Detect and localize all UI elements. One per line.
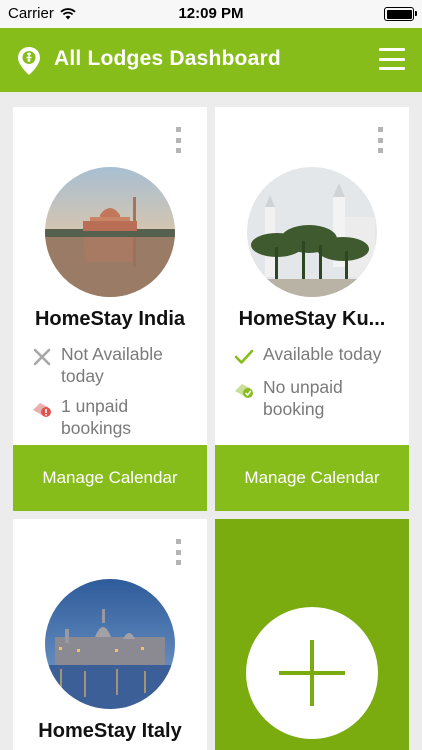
add-lodge-button[interactable]	[246, 607, 378, 739]
check-icon	[234, 349, 254, 364]
paid-check-icon	[235, 384, 253, 398]
clock: 12:09 PM	[178, 5, 244, 22]
availability-text: Available today	[263, 344, 382, 364]
app-bar: All Lodges Dashboard	[0, 28, 422, 92]
more-options-icon[interactable]	[175, 539, 181, 565]
availability-status: Available today	[233, 343, 401, 368]
add-lodge-card[interactable]	[215, 519, 409, 750]
lodge-photo	[247, 167, 377, 297]
availability-status: Not Available today	[31, 343, 199, 387]
lodge-name: HomeStay Ku...	[238, 308, 386, 330]
payment-text: No unpaid booking	[263, 377, 343, 419]
lodge-card[interactable]: HomeStay Italy	[13, 519, 207, 750]
location-pin-logo-icon	[18, 47, 40, 75]
manage-calendar-button[interactable]: Manage Calendar	[215, 445, 409, 511]
more-options-icon[interactable]	[377, 127, 383, 153]
cross-icon	[33, 348, 51, 366]
page-title: All Lodges Dashboard	[54, 47, 281, 70]
payment-status: No unpaid booking	[233, 376, 401, 420]
payment-status: 1 unpaid bookings	[31, 395, 199, 439]
payment-text: 1 unpaid bookings	[61, 396, 132, 438]
more-options-icon[interactable]	[175, 127, 181, 153]
hamburger-menu-icon[interactable]	[379, 48, 405, 70]
lodge-name: HomeStay India	[34, 308, 186, 330]
lodge-card[interactable]: HomeStay India Not Available today 1 unp…	[13, 107, 207, 511]
manage-calendar-button[interactable]: Manage Calendar	[13, 445, 207, 511]
lodge-photo	[45, 579, 175, 709]
battery-icon	[384, 7, 417, 21]
status-bar: Carrier 12:09 PM	[0, 0, 422, 28]
lodge-name: HomeStay Italy	[38, 720, 182, 742]
unpaid-alert-icon	[33, 403, 51, 417]
lodge-card[interactable]: HomeStay Ku... Available today No unpaid…	[215, 107, 409, 511]
availability-text: Not Available today	[61, 344, 163, 386]
lodge-photo	[45, 167, 175, 297]
